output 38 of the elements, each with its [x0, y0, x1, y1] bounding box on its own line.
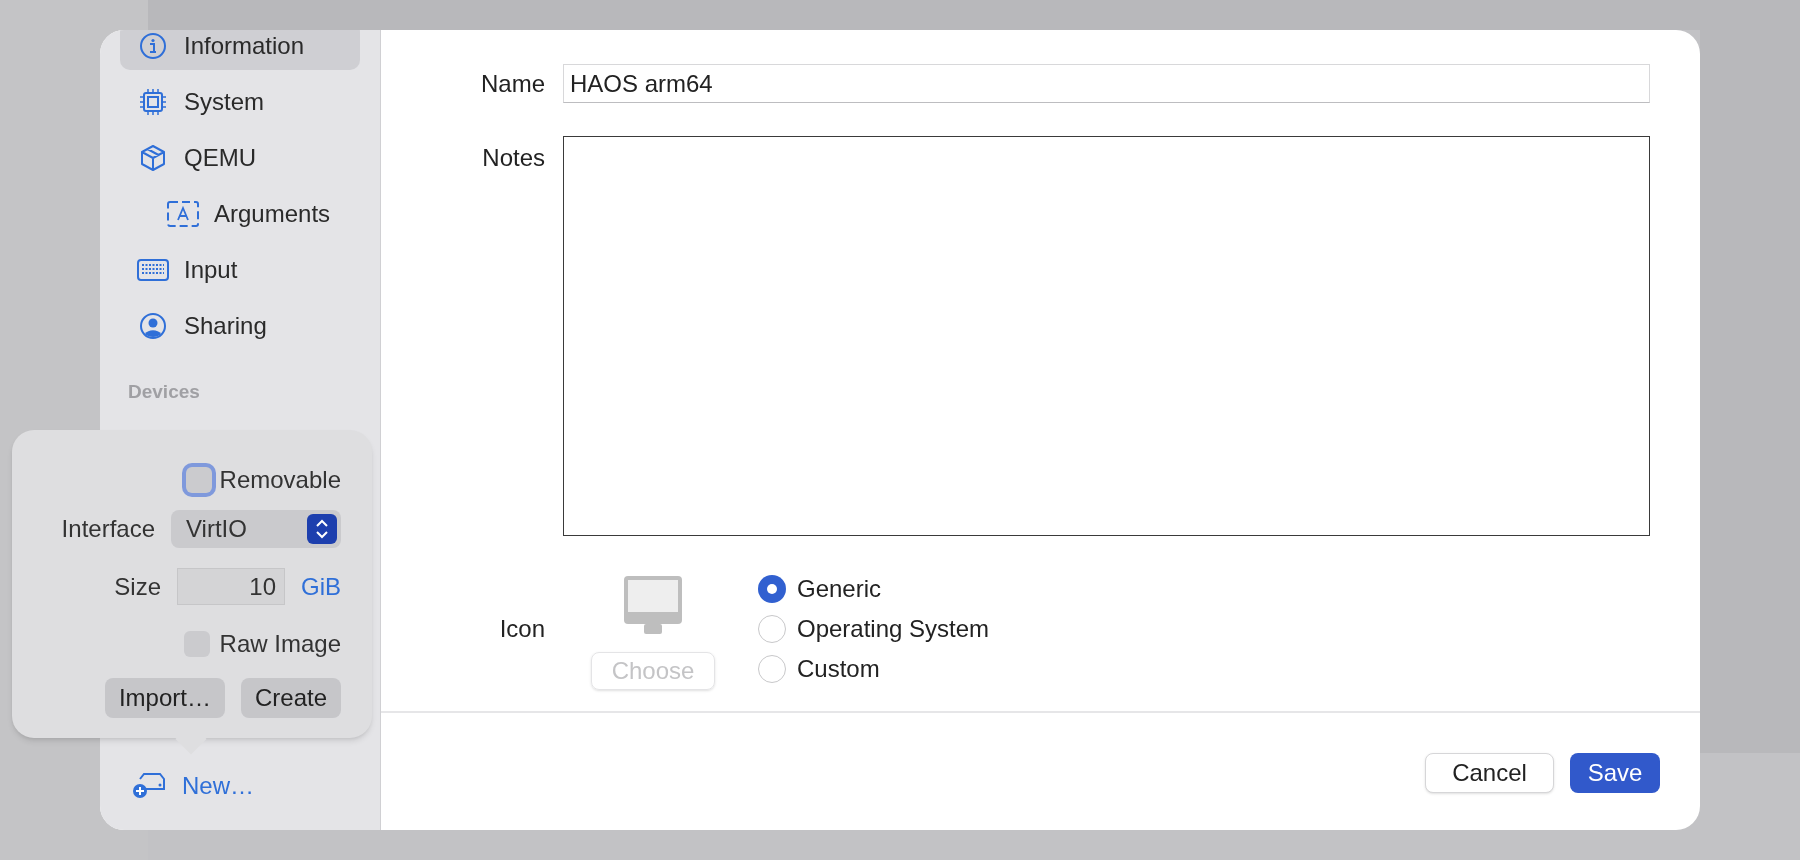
sidebar-item[interactable]: Input [120, 246, 360, 294]
sidebar-item[interactable]: Sharing [120, 302, 360, 350]
name-field[interactable]: HAOS arm64 [563, 64, 1650, 103]
unit-label[interactable]: GiB [301, 568, 341, 605]
radio-button[interactable] [758, 615, 786, 643]
field-label: Size [114, 571, 161, 602]
new-drive-button[interactable]: New… [132, 768, 380, 804]
person-circle-icon [139, 312, 167, 340]
save-button[interactable]: Save [1570, 752, 1660, 793]
notes-field[interactable] [563, 136, 1650, 536]
radio-label: Custom [797, 654, 880, 684]
interface-select[interactable]: VirtIO [171, 510, 341, 548]
sidebar-item[interactable]: QEMU [120, 134, 360, 182]
radio-button[interactable] [758, 575, 786, 603]
sidebar-item[interactable]: Information [120, 30, 360, 70]
field-label: Notes [481, 143, 546, 173]
cancel-button[interactable]: Cancel [1425, 752, 1554, 793]
size-field[interactable]: 10 [177, 568, 285, 605]
info-icon [139, 32, 167, 60]
text-box-icon [167, 201, 199, 227]
create-button[interactable]: Create [240, 678, 341, 718]
sidebar-item[interactable]: System [120, 78, 360, 126]
field-label: Icon [498, 614, 546, 644]
field-label: Name [479, 68, 546, 99]
sidebar-item[interactable]: Arguments [120, 190, 360, 238]
radio-button[interactable] [758, 655, 786, 683]
checkbox-label: Removable [219, 465, 341, 495]
radio-label: Operating System [797, 614, 990, 644]
chevron-up-down-icon [307, 514, 337, 544]
keyboard-icon [137, 259, 169, 281]
field-label: Interface [61, 514, 155, 544]
cube-icon [139, 144, 167, 172]
chip-icon [139, 88, 167, 116]
monitor-icon [624, 576, 682, 634]
radio-label: Generic [797, 574, 882, 604]
import-button[interactable]: Import… [104, 678, 225, 718]
checkbox-label: Raw Image [219, 629, 341, 659]
section-heading: Devices [128, 380, 201, 404]
